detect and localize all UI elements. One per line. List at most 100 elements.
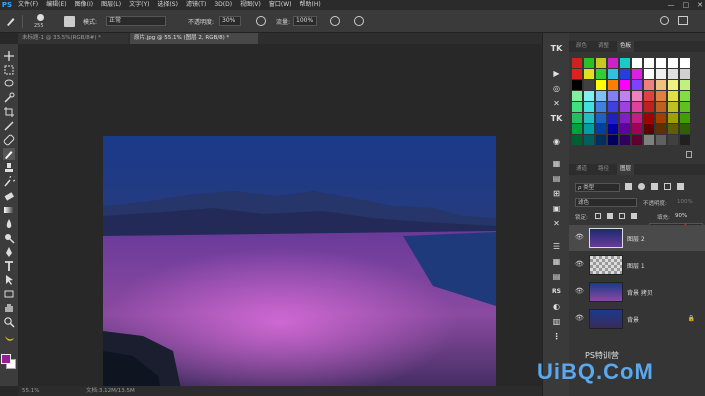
pressure-opacity-icon[interactable]	[256, 16, 266, 26]
gradient-tool[interactable]	[3, 204, 15, 216]
pixel-filter-icon[interactable]	[625, 183, 632, 190]
color-swatch[interactable]	[620, 80, 630, 90]
timeline-icon[interactable]: ▥	[550, 316, 563, 328]
color-swatch[interactable]	[644, 69, 654, 79]
menu-help[interactable]: 帮助(H)	[296, 0, 325, 10]
canvas-area[interactable]	[18, 44, 542, 396]
color-swatch[interactable]	[620, 124, 630, 134]
history-brush-tool[interactable]	[3, 174, 17, 188]
color-swatch[interactable]	[596, 80, 606, 90]
layer-row[interactable]: 👁 图层 2	[569, 225, 705, 251]
pen-tool[interactable]	[3, 246, 15, 258]
color-swatch[interactable]	[680, 102, 690, 112]
tab-color[interactable]: 颜色	[573, 41, 590, 52]
color-swatch[interactable]	[608, 135, 618, 145]
color-swatch[interactable]	[620, 102, 630, 112]
brush-panel-toggle-icon[interactable]	[64, 16, 75, 27]
layer-row[interactable]: 👁 背景 拷贝	[569, 279, 705, 305]
blur-tool[interactable]	[3, 218, 15, 230]
color-swatch[interactable]	[608, 69, 618, 79]
color-swatch[interactable]	[644, 80, 654, 90]
color-swatch[interactable]	[572, 80, 582, 90]
color-swatch[interactable]	[632, 124, 642, 134]
color-swatch[interactable]	[572, 58, 582, 68]
mode-dropdown[interactable]: 正常	[106, 16, 166, 26]
color-swatch[interactable]	[680, 124, 690, 134]
color-swatch[interactable]	[680, 58, 690, 68]
color-swatch[interactable]	[668, 135, 678, 145]
color-swatch[interactable]	[668, 124, 678, 134]
color-swatch[interactable]	[668, 58, 678, 68]
dodge-tool[interactable]	[3, 232, 15, 244]
flow-field[interactable]: 100%	[293, 16, 317, 26]
rs-plugin-icon[interactable]: RS	[550, 286, 563, 298]
workspace-search-icon[interactable]	[660, 16, 669, 25]
brush-tool[interactable]	[3, 148, 15, 160]
color-swatch[interactable]	[584, 80, 594, 90]
color-swatch[interactable]	[668, 102, 678, 112]
color-swatch[interactable]	[584, 58, 594, 68]
color-swatch[interactable]	[668, 69, 678, 79]
color-swatch[interactable]	[620, 113, 630, 123]
eyedropper-tool[interactable]	[3, 120, 15, 132]
color-swatch[interactable]	[596, 102, 606, 112]
plugin-icon[interactable]: ✕	[550, 218, 563, 230]
color-swatch[interactable]	[572, 113, 582, 123]
visibility-eye-icon[interactable]: 👁	[575, 233, 584, 241]
edit-toolbar-tool[interactable]	[3, 332, 15, 344]
adjustment-filter-icon[interactable]	[638, 183, 645, 190]
tab-layers[interactable]: 图层	[617, 164, 635, 175]
menu-3d[interactable]: 3D(D)	[210, 0, 236, 10]
color-swatch[interactable]	[596, 135, 606, 145]
color-swatch[interactable]	[584, 135, 594, 145]
lock-transparent-icon[interactable]	[595, 213, 601, 219]
color-swatch[interactable]	[632, 80, 642, 90]
color-swatch[interactable]	[620, 135, 630, 145]
shape-filter-icon[interactable]	[664, 183, 671, 190]
color-swatch[interactable]	[608, 58, 618, 68]
color-swatch[interactable]	[668, 113, 678, 123]
color-swatch[interactable]	[656, 124, 666, 134]
move-tool[interactable]	[3, 50, 15, 62]
color-swatch[interactable]	[596, 113, 606, 123]
night-city-photo[interactable]	[103, 136, 496, 396]
lasso-tool[interactable]	[3, 78, 15, 90]
zoom-tool[interactable]	[3, 316, 15, 328]
crop-tool[interactable]	[3, 106, 15, 118]
healing-tool[interactable]	[3, 134, 15, 146]
layer-name[interactable]: 背景 拷贝	[627, 288, 653, 297]
tool-presets-icon[interactable]: ✕	[550, 98, 563, 110]
color-swatch[interactable]	[572, 69, 582, 79]
color-swatch[interactable]	[584, 102, 594, 112]
color-swatch[interactable]	[620, 69, 630, 79]
lock-position-icon[interactable]	[619, 213, 625, 219]
layer-opacity-field[interactable]: 100%	[677, 199, 693, 205]
color-swatch[interactable]	[680, 91, 690, 101]
styles-icon[interactable]: ⊞	[550, 188, 563, 200]
color-swatch[interactable]	[608, 102, 618, 112]
color-swatch[interactable]	[632, 102, 642, 112]
color-swatch[interactable]	[584, 124, 594, 134]
color-swatch[interactable]	[644, 124, 654, 134]
blend-mode-dropdown[interactable]: 滤色	[575, 198, 637, 207]
color-swatch[interactable]	[632, 91, 642, 101]
color-swatch[interactable]	[644, 135, 654, 145]
color-swatch[interactable]	[656, 91, 666, 101]
color-swatch[interactable]	[632, 135, 642, 145]
color-swatch[interactable]	[608, 113, 618, 123]
workspace-switch-icon[interactable]	[678, 16, 688, 25]
color-swatch[interactable]	[596, 124, 606, 134]
layer-filter-dropdown[interactable]: ρ 类型	[575, 183, 620, 192]
properties-icon[interactable]: ▤	[550, 173, 563, 185]
color-swatch[interactable]	[680, 80, 690, 90]
colorize-icon[interactable]: ◐	[550, 301, 563, 313]
layer-thumbnail[interactable]	[589, 282, 623, 302]
layer-row[interactable]: 👁 背景 🔒	[569, 306, 705, 332]
fill-field[interactable]: 90%	[675, 213, 687, 219]
menu-select[interactable]: 选择(S)	[153, 0, 182, 10]
color-swatch[interactable]	[584, 113, 594, 123]
layer-thumbnail[interactable]	[589, 255, 623, 275]
character-icon[interactable]: ▦	[550, 256, 563, 268]
actions-play-icon[interactable]: ▶	[550, 68, 563, 80]
tk-panel-icon[interactable]: TK	[550, 113, 563, 125]
